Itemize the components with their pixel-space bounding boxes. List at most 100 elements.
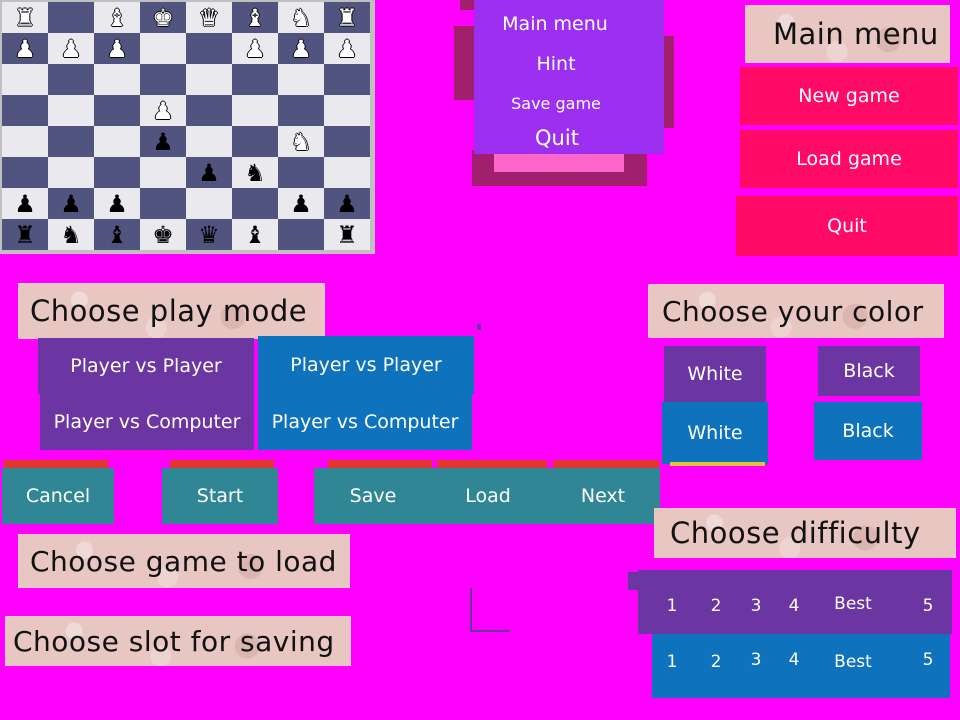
black-knight-icon[interactable]: ♞ — [244, 161, 266, 185]
board-square[interactable] — [186, 64, 232, 95]
white-button-selected[interactable]: White — [662, 402, 768, 464]
difficulty-5[interactable]: 5 — [916, 592, 940, 620]
difficulty-3[interactable]: 3 — [744, 592, 768, 620]
board-square[interactable] — [324, 95, 370, 126]
black-pawn-icon[interactable]: ♟ — [106, 192, 128, 216]
white-pawn-icon[interactable]: ♟ — [244, 37, 266, 61]
board-square[interactable] — [278, 219, 324, 250]
white-bishop-icon[interactable]: ♝ — [244, 6, 266, 30]
pvc-button[interactable]: Player vs Computer — [40, 394, 254, 450]
save-button[interactable]: Save — [314, 468, 432, 524]
board-square[interactable]: ♝ — [232, 219, 278, 250]
board-square[interactable] — [94, 95, 140, 126]
white-queen-icon[interactable]: ♛ — [198, 6, 220, 30]
difficulty-4-selected[interactable]: 4 — [782, 646, 806, 674]
board-square[interactable]: ♞ — [232, 157, 278, 188]
board-square[interactable]: ♟ — [94, 33, 140, 64]
board-square[interactable]: ♜ — [2, 2, 48, 33]
white-pawn-icon[interactable]: ♟ — [152, 99, 174, 123]
board-square[interactable] — [48, 2, 94, 33]
board-square[interactable] — [94, 157, 140, 188]
board-square[interactable] — [186, 95, 232, 126]
difficulty-3-selected[interactable]: 3 — [744, 646, 768, 674]
white-rook-icon[interactable]: ♜ — [14, 6, 36, 30]
board-square[interactable] — [324, 64, 370, 95]
new-game-button[interactable]: New game — [740, 67, 958, 125]
ingame-quit-button[interactable]: Quit — [474, 122, 640, 154]
difficulty-1[interactable]: 1 — [660, 592, 684, 620]
black-pawn-icon[interactable]: ♟ — [290, 192, 312, 216]
black-rook-icon[interactable]: ♜ — [14, 223, 36, 247]
board-square[interactable]: ♟ — [324, 33, 370, 64]
black-bishop-icon[interactable]: ♝ — [106, 223, 128, 247]
board-square[interactable]: ♚ — [140, 2, 186, 33]
black-rook-icon[interactable]: ♜ — [336, 223, 358, 247]
board-square[interactable] — [278, 64, 324, 95]
black-pawn-icon[interactable]: ♟ — [336, 192, 358, 216]
white-pawn-icon[interactable]: ♟ — [60, 37, 82, 61]
black-pawn-icon[interactable]: ♟ — [14, 192, 36, 216]
board-square[interactable]: ♞ — [278, 2, 324, 33]
board-square[interactable] — [94, 126, 140, 157]
black-pawn-icon[interactable]: ♟ — [152, 130, 174, 154]
board-square[interactable]: ♝ — [94, 219, 140, 250]
board-square[interactable] — [186, 126, 232, 157]
save-game-button[interactable]: Save game — [474, 88, 638, 118]
board-square[interactable] — [48, 157, 94, 188]
white-pawn-icon[interactable]: ♟ — [290, 37, 312, 61]
board-square[interactable]: ♟ — [94, 188, 140, 219]
board-square[interactable] — [2, 126, 48, 157]
white-king-icon[interactable]: ♚ — [152, 6, 174, 30]
ingame-main-menu-button[interactable]: Main menu — [474, 8, 636, 40]
board-square[interactable] — [94, 64, 140, 95]
difficulty-1-selected[interactable]: 1 — [660, 648, 684, 676]
board-square[interactable]: ♞ — [278, 126, 324, 157]
black-knight-icon[interactable]: ♞ — [60, 223, 82, 247]
board-square[interactable] — [324, 126, 370, 157]
board-square[interactable]: ♟ — [232, 33, 278, 64]
board-square[interactable] — [186, 33, 232, 64]
board-square[interactable] — [140, 64, 186, 95]
board-square[interactable]: ♟ — [140, 126, 186, 157]
black-pawn-icon[interactable]: ♟ — [60, 192, 82, 216]
board-square[interactable]: ♛ — [186, 2, 232, 33]
difficulty-2[interactable]: 2 — [704, 592, 728, 620]
board-square[interactable]: ♝ — [94, 2, 140, 33]
board-square[interactable] — [232, 126, 278, 157]
board-square[interactable]: ♜ — [324, 2, 370, 33]
white-bishop-icon[interactable]: ♝ — [106, 6, 128, 30]
pvp-button[interactable]: Player vs Player — [38, 338, 254, 394]
black-king-icon[interactable]: ♚ — [152, 223, 174, 247]
board-square[interactable] — [232, 188, 278, 219]
board-square[interactable] — [48, 64, 94, 95]
board-square[interactable]: ♟ — [48, 33, 94, 64]
white-pawn-icon[interactable]: ♟ — [336, 37, 358, 61]
board-square[interactable] — [232, 95, 278, 126]
load-button[interactable]: Load — [430, 468, 546, 524]
board-square[interactable] — [140, 157, 186, 188]
board-square[interactable] — [2, 157, 48, 188]
black-button[interactable]: Black — [818, 346, 920, 396]
pvc-button-selected[interactable]: Player vs Computer — [258, 394, 472, 450]
white-knight-icon[interactable]: ♞ — [290, 6, 312, 30]
chess-board[interactable]: ♜ ♝ ♚ ♛ ♝ ♞ ♜ ♟ ♟ ♟ ♟ ♟ ♟ ♟ ♟ ♞ ♟ ♞ ♟ ♟ ♟ ♟ ♟ ♜ ♞ ♝ ♚ ♛ ♝ ♜ — [0, 0, 375, 254]
board-square[interactable]: ♟ — [140, 95, 186, 126]
white-rook-icon[interactable]: ♜ — [336, 6, 358, 30]
board-square[interactable] — [278, 95, 324, 126]
board-square[interactable] — [232, 64, 278, 95]
board-square[interactable]: ♚ — [140, 219, 186, 250]
board-square[interactable]: ♟ — [324, 188, 370, 219]
difficulty-5-selected[interactable]: 5 — [916, 646, 940, 674]
board-square[interactable] — [278, 157, 324, 188]
board-square[interactable] — [140, 33, 186, 64]
white-pawn-icon[interactable]: ♟ — [106, 37, 128, 61]
board-square[interactable]: ♟ — [278, 188, 324, 219]
next-button[interactable]: Next — [546, 468, 660, 524]
board-square[interactable]: ♟ — [2, 188, 48, 219]
pvp-button-selected[interactable]: Player vs Player — [258, 336, 474, 394]
difficulty-4[interactable]: 4 — [782, 592, 806, 620]
cancel-button[interactable]: Cancel — [2, 468, 114, 524]
board-square[interactable] — [48, 126, 94, 157]
board-square[interactable] — [186, 188, 232, 219]
board-square[interactable]: ♜ — [324, 219, 370, 250]
